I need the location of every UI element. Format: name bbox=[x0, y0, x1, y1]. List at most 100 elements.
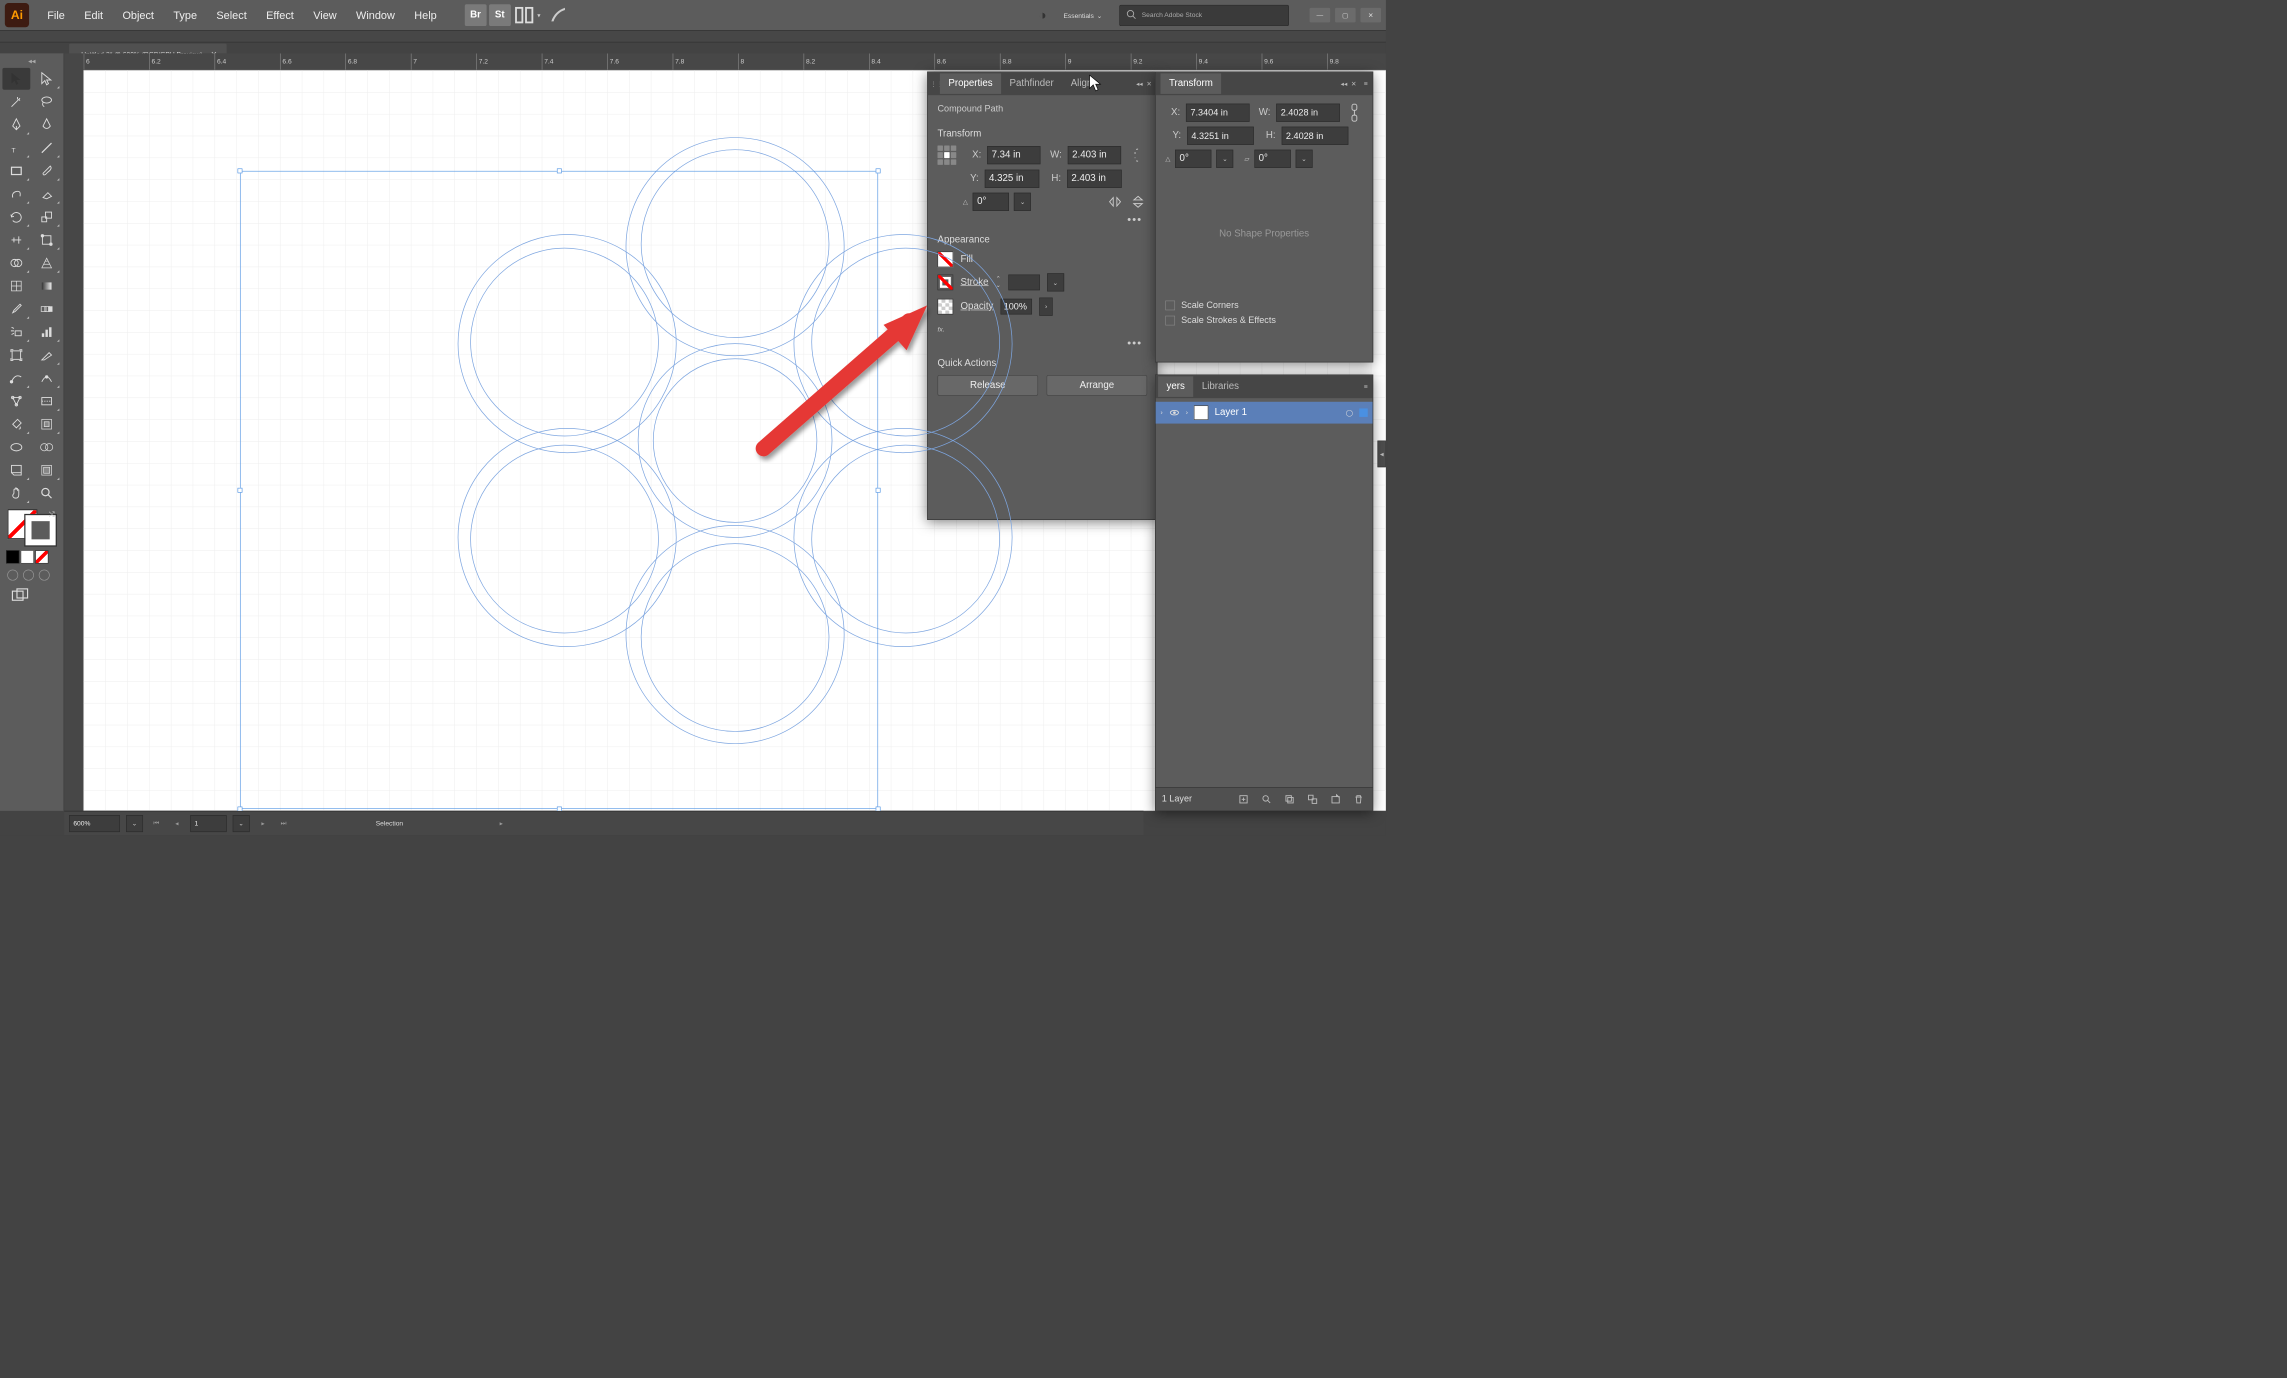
scale-strokes-checkbox[interactable] bbox=[1165, 315, 1175, 325]
transform-menu-icon[interactable]: ≡ bbox=[1364, 80, 1368, 88]
transform-shear-dropdown[interactable]: ⌄ bbox=[1296, 150, 1313, 168]
artboard-number-input[interactable]: 1 bbox=[190, 815, 226, 832]
horizontal-ruler[interactable]: 66.26.46.66.877.27.47.67.888.28.48.68.89… bbox=[84, 53, 1386, 70]
tab-libraries[interactable]: Libraries bbox=[1193, 376, 1247, 397]
mesh-tool[interactable] bbox=[2, 275, 30, 297]
polar-grid-tool[interactable] bbox=[33, 436, 61, 458]
menu-file[interactable]: File bbox=[39, 5, 74, 25]
toolbox-collapse-icon[interactable]: ◂◂ bbox=[2, 56, 61, 67]
clipping-mask-icon[interactable] bbox=[1282, 791, 1298, 807]
constrain-proportions-icon[interactable] bbox=[1130, 146, 1148, 164]
eyedropper-tool[interactable] bbox=[2, 298, 30, 320]
prev-artboard-icon[interactable]: ◂ bbox=[170, 816, 185, 831]
transform-rot-dropdown[interactable]: ⌄ bbox=[1217, 150, 1234, 168]
selected-art-icon[interactable] bbox=[1359, 408, 1367, 416]
live-paint-selection-tool[interactable] bbox=[33, 413, 61, 435]
arrange-docs-icon[interactable] bbox=[513, 4, 535, 26]
last-artboard-icon[interactable]: ⏭ bbox=[276, 816, 291, 831]
target-icon[interactable]: ◯ bbox=[1346, 409, 1353, 417]
transform-rotation-input[interactable]: 0° bbox=[1175, 150, 1211, 168]
transform-w-input[interactable]: 2.4028 in bbox=[1276, 104, 1339, 122]
next-artboard-icon[interactable]: ▸ bbox=[256, 816, 271, 831]
scale-tool[interactable] bbox=[33, 206, 61, 228]
tab-layers[interactable]: yers bbox=[1158, 376, 1193, 397]
rotate-tool[interactable] bbox=[2, 206, 30, 228]
shape-builder-tool[interactable] bbox=[2, 252, 30, 274]
gradient-tool[interactable] bbox=[33, 275, 61, 297]
graph-tool[interactable] bbox=[33, 321, 61, 343]
menu-type[interactable]: Type bbox=[165, 5, 206, 25]
selection-tool[interactable] bbox=[2, 68, 30, 90]
new-sublayer-icon[interactable] bbox=[1305, 791, 1321, 807]
arrange-button[interactable]: Arrange bbox=[1047, 375, 1148, 396]
export-layers-icon[interactable] bbox=[1236, 791, 1252, 807]
sync-status-icon[interactable]: ◑ bbox=[1038, 7, 1046, 23]
panel-grip-icon[interactable]: ⋮⋮ bbox=[930, 80, 937, 88]
anchor-point-tool[interactable] bbox=[33, 367, 61, 389]
hand-tool[interactable] bbox=[2, 482, 30, 504]
tab-properties[interactable]: Properties bbox=[940, 73, 1001, 94]
tab-align[interactable]: Align bbox=[1062, 73, 1101, 94]
right-panel-collapse-handle[interactable]: ◂ bbox=[1377, 441, 1385, 468]
close-window-button[interactable]: ✕ bbox=[1360, 8, 1381, 23]
tab-transform[interactable]: Transform bbox=[1160, 73, 1221, 94]
zoom-dropdown[interactable]: ⌄ bbox=[126, 815, 143, 832]
transform-shear-input[interactable]: 0° bbox=[1254, 150, 1290, 168]
stock-icon[interactable]: St bbox=[489, 4, 511, 26]
new-layer-icon[interactable] bbox=[1328, 791, 1344, 807]
menu-object[interactable]: Object bbox=[114, 5, 162, 25]
vertical-ruler[interactable] bbox=[64, 70, 83, 811]
symbol-sprayer-tool[interactable] bbox=[2, 321, 30, 343]
layer-name[interactable]: Layer 1 bbox=[1215, 407, 1247, 418]
eraser-tool[interactable] bbox=[33, 183, 61, 205]
free-transform-tool[interactable] bbox=[33, 229, 61, 251]
curvature-pen-tool[interactable] bbox=[2, 367, 30, 389]
transform-collapse-icon[interactable]: ◂◂ bbox=[1341, 80, 1348, 88]
transform-h-input[interactable]: 2.4028 in bbox=[1282, 127, 1349, 145]
type-tool[interactable]: T bbox=[2, 137, 30, 159]
screen-mode-button[interactable] bbox=[11, 588, 61, 606]
draw-behind-icon[interactable] bbox=[23, 570, 34, 581]
height-input[interactable]: 2.403 in bbox=[1067, 170, 1122, 188]
paintbrush-tool[interactable] bbox=[33, 160, 61, 182]
place-image-tool[interactable] bbox=[2, 459, 30, 481]
panel-collapse-icon[interactable]: ◂◂ bbox=[1136, 80, 1143, 88]
width-tool[interactable] bbox=[2, 229, 30, 251]
search-input[interactable]: Search Adobe Stock bbox=[1119, 5, 1289, 26]
gradient-mode-icon[interactable] bbox=[21, 550, 34, 563]
maximize-button[interactable]: ▢ bbox=[1335, 8, 1356, 23]
none-mode-icon[interactable] bbox=[35, 550, 48, 563]
curvature-tool[interactable] bbox=[33, 114, 61, 136]
menu-help[interactable]: Help bbox=[406, 5, 445, 25]
swap-fill-stroke-icon[interactable]: ⤭ bbox=[49, 510, 55, 519]
locate-object-icon[interactable] bbox=[1259, 791, 1275, 807]
puppet-warp-tool[interactable] bbox=[2, 390, 30, 412]
blend-tool[interactable] bbox=[33, 298, 61, 320]
menu-effect[interactable]: Effect bbox=[258, 5, 303, 25]
pen-tool[interactable] bbox=[2, 114, 30, 136]
stroke-swatch[interactable] bbox=[25, 515, 55, 545]
knife-tool[interactable] bbox=[33, 390, 61, 412]
transform-x-input[interactable]: 7.3404 in bbox=[1186, 104, 1249, 122]
layers-menu-icon[interactable]: ≡ bbox=[1364, 383, 1368, 390]
transform-panel[interactable]: Transform ◂◂ ✕ ≡ X:7.3404 in W:2.4028 in… bbox=[1155, 72, 1373, 363]
rectangle-tool[interactable] bbox=[2, 160, 30, 182]
transform-y-input[interactable]: 4.3251 in bbox=[1187, 127, 1254, 145]
workspace-switcher[interactable]: Essentials ⌄ bbox=[1057, 5, 1108, 24]
flip-vertical-icon[interactable] bbox=[1129, 193, 1147, 211]
menu-window[interactable]: Window bbox=[348, 5, 404, 25]
live-paint-bucket-tool[interactable] bbox=[2, 413, 30, 435]
magic-wand-tool[interactable] bbox=[2, 91, 30, 113]
transform-link-icon[interactable] bbox=[1346, 104, 1363, 122]
panel-close-icon[interactable]: ✕ bbox=[1146, 80, 1152, 88]
menu-edit[interactable]: Edit bbox=[76, 5, 112, 25]
minimize-button[interactable]: — bbox=[1310, 8, 1331, 23]
chevron-right-icon[interactable]: › bbox=[1160, 409, 1162, 416]
slice-tool[interactable] bbox=[33, 344, 61, 366]
scale-corners-checkbox[interactable] bbox=[1165, 300, 1175, 310]
gpu-icon[interactable] bbox=[549, 5, 567, 25]
fill-stroke-indicator[interactable]: ⤭ bbox=[7, 509, 55, 545]
width-input[interactable]: 2.403 in bbox=[1068, 146, 1121, 164]
lasso-tool[interactable] bbox=[33, 91, 61, 113]
line-tool[interactable] bbox=[33, 137, 61, 159]
